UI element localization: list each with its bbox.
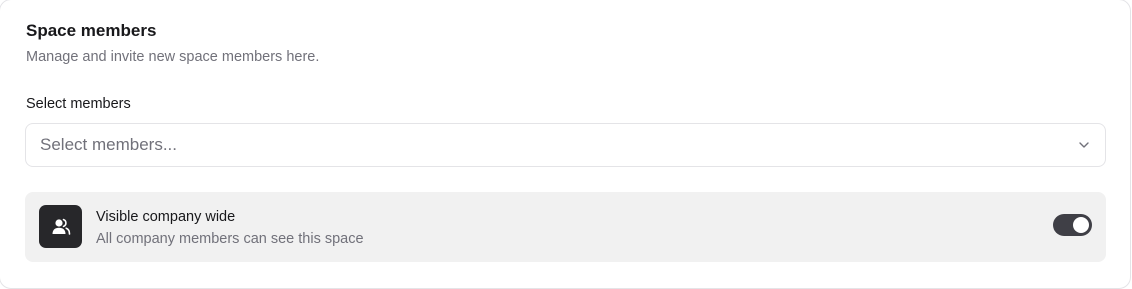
visibility-description: All company members can see this space xyxy=(96,231,364,247)
toggle-knob xyxy=(1073,217,1089,233)
chevron-down-icon xyxy=(1079,142,1089,148)
visibility-setting-row: Visible company wide All company members… xyxy=(25,192,1106,262)
visibility-title: Visible company wide xyxy=(96,209,236,225)
select-members-label: Select members xyxy=(26,96,131,112)
section-subtitle: Manage and invite new space members here… xyxy=(26,49,320,65)
users-icon-tile xyxy=(39,205,82,248)
space-members-card: Space members Manage and invite new spac… xyxy=(0,0,1131,289)
visibility-toggle[interactable] xyxy=(1053,214,1092,236)
select-members-dropdown[interactable]: Select members... xyxy=(25,123,1106,167)
select-members-placeholder: Select members... xyxy=(40,135,177,154)
users-icon xyxy=(52,218,70,235)
section-title: Space members xyxy=(26,21,157,40)
